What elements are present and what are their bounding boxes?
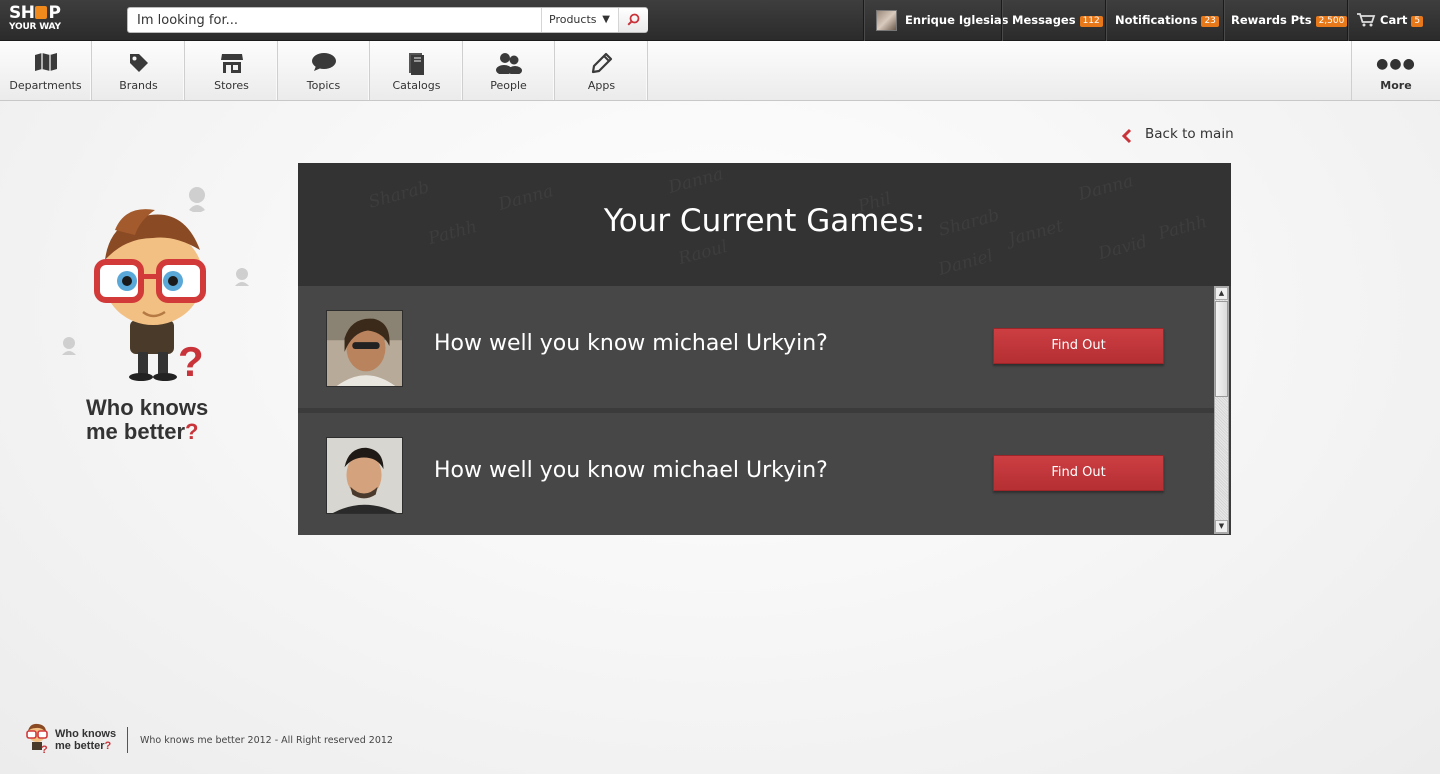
current-games-panel: Sharab Pathh Danna Danna Raoul Phil Shar… [298,163,1231,535]
nav-people[interactable]: People [463,41,555,100]
messages-count-badge: 112 [1079,16,1103,27]
decor-name: Danna [1076,171,1136,205]
games-scrollbar[interactable]: ▲ ▼ [1214,286,1229,534]
pencil-icon [591,52,612,74]
caret-down-icon: ▼ [602,14,610,25]
mascot-illustration: ? [62,187,249,385]
search-button[interactable] [618,8,648,32]
panel-header: Sharab Pathh Danna Danna Raoul Phil Shar… [298,163,1231,286]
search-icon [627,13,640,26]
tag-icon [129,54,148,72]
mascot-title-line2: me better [86,419,186,444]
scrollbar-thumb[interactable] [1215,301,1228,397]
shop-your-way-logo[interactable]: SH P YOUR WAY [9,4,69,36]
search-category-select[interactable]: Products ▼ [541,8,618,32]
avatar [876,10,897,31]
mascot-question-mark: ? [185,419,199,444]
nav-label: Brands [119,79,158,92]
logo-tagline: YOUR WAY [9,22,61,32]
messages-link[interactable]: Messages 112 [1001,0,1105,41]
nav-more-label: More [1380,79,1412,92]
nav-label: Stores [214,79,249,92]
svg-text:?: ? [41,744,48,754]
cart-icon [1357,13,1376,27]
user-name: Enrique Iglesias [905,13,1009,27]
footer-brand-line1: Who knows [55,728,117,740]
footer-question-mark: ? [104,740,112,752]
player-photo [326,437,403,514]
nav-label: Departments [9,79,82,92]
logo-wordmark: SH P [9,3,61,23]
panel-title: Your Current Games: [603,203,926,239]
find-out-button[interactable]: Find Out [993,328,1164,364]
svg-text:?: ? [178,338,204,385]
decor-name: Raoul [676,236,730,270]
nav-departments[interactable]: Departments [0,41,92,100]
scroll-up-arrow-icon[interactable]: ▲ [1215,287,1228,300]
cart-label: Cart [1380,13,1408,27]
nav-brands[interactable]: Brands [93,41,185,100]
find-out-button[interactable]: Find Out [993,455,1164,491]
cart-count-badge: 5 [1411,16,1424,27]
people-icon [495,53,522,74]
nav-catalogs[interactable]: Catalogs [371,41,463,100]
nav-label: Catalogs [392,79,441,92]
user-profile-link[interactable]: Enrique Iglesias [863,0,1009,41]
nav-stores[interactable]: Stores [186,41,278,100]
back-to-main-label: Back to main [1145,126,1234,142]
store-icon [220,54,243,73]
game-question: How well you know michael Urkyin? [434,458,828,483]
search-bar: Products ▼ [127,7,648,33]
game-row: How well you know michael Urkyin? Find O… [298,413,1214,535]
notifications-link[interactable]: Notifications 23 [1105,0,1223,41]
scroll-down-arrow-icon[interactable]: ▼ [1215,520,1228,533]
nav-apps[interactable]: Apps [556,41,648,100]
footer-mascot-logo: ? [26,723,48,754]
catalog-icon [408,53,424,75]
top-bar: SHP YOUR WAY Products ▼ Enrique Iglesias… [0,0,1440,41]
player-photo [326,310,403,387]
rewards-points-link[interactable]: Rewards Pts 2,500 [1223,0,1348,41]
nav-label: Apps [587,79,616,92]
game-question: How well you know michael Urkyin? [434,331,828,356]
footer-brand: Who knows me better? [55,728,116,752]
nav-more[interactable]: ●●● More [1351,41,1440,100]
game-row: How well you know michael Urkyin? Find O… [298,286,1214,408]
footer-copyright: Who knows me better 2012 - All Right res… [140,735,393,746]
notifications-label: Notifications [1115,13,1198,27]
decor-name: Danna [666,164,726,198]
nav-label: People [490,79,527,92]
mascot-title: Who knows me better? [86,396,208,444]
search-category-value: Products [549,13,597,26]
footer-divider [127,727,128,753]
rewards-count-badge: 2,500 [1315,16,1348,27]
nav-topics[interactable]: Topics [278,41,370,100]
mascot-title-line1: Who knows [86,395,209,420]
speech-bubble-icon [311,53,336,71]
more-dots-icon: ●●● [1376,56,1416,72]
nav-label: Topics [306,79,341,92]
map-icon [34,53,57,71]
messages-label: Messages [1012,13,1076,27]
search-input[interactable] [128,8,541,32]
chevron-left-icon [1121,128,1132,144]
category-nav: Departments Brands Stores Topics Catalog… [0,41,1440,101]
footer-brand-line2: me better [55,740,105,752]
cart-link[interactable]: Cart 5 [1347,0,1440,41]
notifications-count-badge: 23 [1201,16,1219,27]
rewards-label: Rewards Pts [1231,13,1312,27]
decor-name: Daniel [936,246,996,280]
